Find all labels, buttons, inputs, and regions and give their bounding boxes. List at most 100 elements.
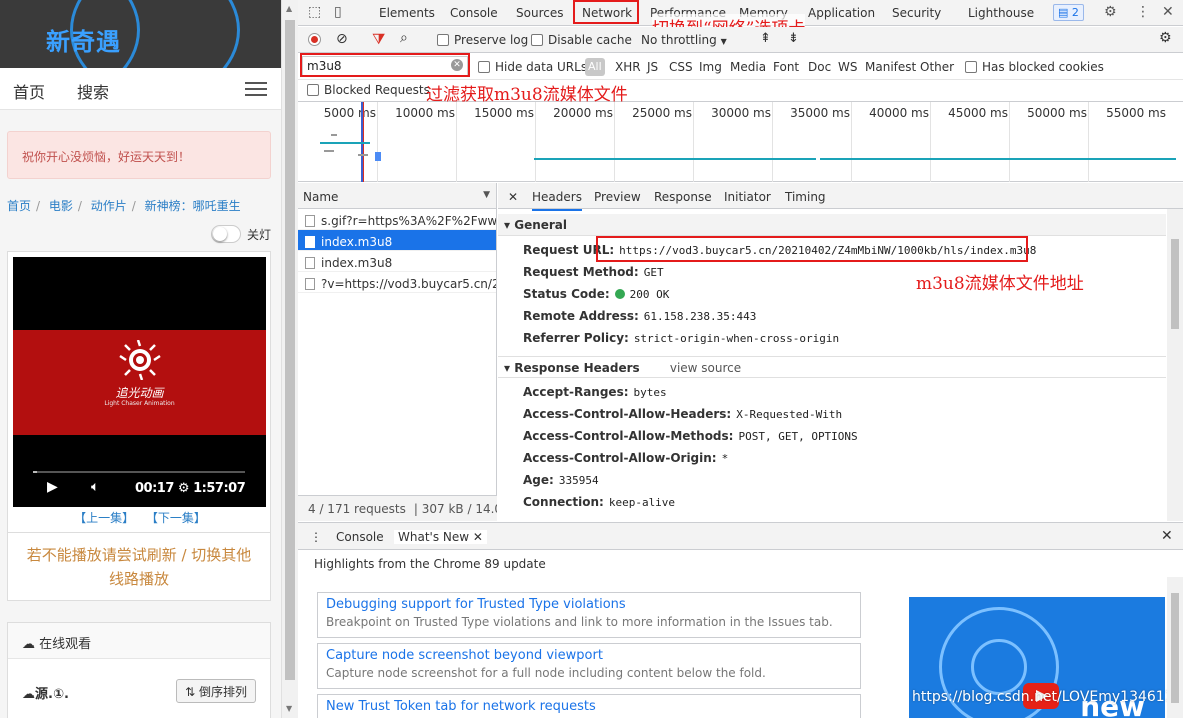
network-settings-gear-icon[interactable]: ⚙︎	[1159, 30, 1172, 46]
scrollbar-thumb[interactable]	[1171, 239, 1179, 329]
tab-sources[interactable]: Sources	[516, 6, 563, 20]
next-episode-link[interactable]: 【下一集】	[146, 511, 206, 525]
timeline-gridline	[851, 102, 852, 182]
disable-cache-checkbox[interactable]: Disable cache	[531, 33, 632, 47]
filter-type-other[interactable]: Other	[920, 60, 954, 74]
card-title[interactable]: New Trust Token tab for network requests	[326, 699, 852, 714]
nav-search-link[interactable]: 搜索	[77, 79, 109, 103]
devtools-drawer: ⋮ Console What's New ✕ ✕ Highlights from…	[298, 522, 1183, 718]
tab-security[interactable]: Security	[892, 6, 941, 20]
card-title[interactable]: Capture node screenshot beyond viewport	[326, 648, 852, 663]
close-icon[interactable]: ✕	[1162, 4, 1174, 20]
details-scrollbar[interactable]	[1167, 209, 1183, 521]
request-row-selected[interactable]: index.m3u8	[298, 230, 496, 251]
general-section-header[interactable]: ▾ General	[498, 214, 1166, 236]
timeline-gridline	[377, 102, 378, 182]
request-list: Name ▼ s.gif?r=https%3A%2F%2Fwww... inde…	[298, 183, 497, 521]
filter-type-font[interactable]: Font	[773, 60, 799, 74]
settings-gear-icon[interactable]: ⚙︎	[178, 481, 190, 496]
tab-console[interactable]: Console	[450, 6, 498, 20]
prev-episode-link[interactable]: 【上一集】	[74, 511, 134, 525]
tab-response[interactable]: Response	[654, 190, 712, 204]
card-title[interactable]: Debugging support for Trusted Type viola…	[326, 597, 852, 612]
timeline-gridline	[1088, 102, 1089, 182]
filter-type-all[interactable]: All	[585, 58, 605, 76]
video-progress-bar[interactable]	[33, 471, 245, 473]
view-source-link[interactable]: view source	[670, 361, 741, 375]
more-options-icon[interactable]: ⋮	[1136, 4, 1150, 20]
drawer-menu-icon[interactable]: ⋮	[310, 530, 322, 544]
tab-lighthouse[interactable]: Lighthouse	[968, 6, 1034, 20]
timeline-request-bar	[331, 134, 337, 136]
breadcrumb-action[interactable]: 动作片	[91, 199, 127, 213]
breadcrumb-home[interactable]: 首页	[7, 199, 31, 213]
lights-label: 关灯	[246, 227, 271, 242]
breadcrumb-title[interactable]: 新神榜：哪吒重生	[145, 199, 241, 213]
drawer-tab-console[interactable]: Console	[336, 530, 384, 544]
video-frame: 追光动画 Light Chaser Animation	[13, 330, 266, 435]
settings-gear-icon[interactable]: ⚙︎	[1104, 4, 1117, 20]
filter-icon[interactable]: ⧩	[372, 30, 385, 48]
website-scrollbar[interactable]: ▲ ▼	[281, 0, 298, 718]
filter-type-manifest[interactable]: Manifest	[865, 60, 916, 74]
sort-desc-button[interactable]: ⇅ 倒序排列	[176, 679, 256, 703]
tab-timing[interactable]: Timing	[785, 190, 826, 204]
nav-home-link[interactable]: 首页	[13, 79, 45, 103]
tab-elements[interactable]: Elements	[379, 6, 435, 20]
drawer-scrollbar[interactable]	[1167, 577, 1183, 718]
issues-badge[interactable]: ▤ 2	[1053, 4, 1084, 21]
filter-type-js[interactable]: JS	[647, 60, 658, 74]
tab-headers[interactable]: Headers	[532, 190, 582, 211]
close-icon[interactable]: ✕	[473, 530, 483, 544]
inspect-element-icon[interactable]: ⬚	[308, 4, 321, 20]
hide-data-urls-checkbox[interactable]: Hide data URLs	[478, 60, 587, 74]
record-icon[interactable]	[308, 33, 321, 46]
drawer-tab-whats-new[interactable]: What's New ✕	[394, 530, 487, 544]
scroll-up-arrow-icon[interactable]: ▲	[286, 4, 292, 13]
export-har-icon[interactable]: ⇟	[788, 31, 799, 46]
time-total: 1:57:07	[193, 481, 246, 496]
clear-icon[interactable]: ⊘	[336, 31, 348, 47]
network-overview-timeline[interactable]: 5000 ms 10000 ms 15000 ms 20000 ms 25000…	[298, 102, 1183, 182]
filter-type-doc[interactable]: Doc	[808, 60, 831, 74]
tab-preview[interactable]: Preview	[594, 190, 641, 204]
video-player[interactable]: 追光动画 Light Chaser Animation ▶ 🔈︎ 00:17 ⚙…	[13, 257, 266, 507]
scrollbar-thumb[interactable]	[285, 20, 295, 680]
filter-type-css[interactable]: CSS	[669, 60, 693, 74]
request-row[interactable]: s.gif?r=https%3A%2F%2Fwww...	[298, 209, 496, 230]
response-headers-section-header[interactable]: ▾ Response Headers view source	[498, 356, 1166, 378]
header-acao-methods: Access-Control-Allow-Methods: POST, GET, …	[523, 429, 858, 443]
site-logo[interactable]: 新奇遇	[46, 22, 121, 57]
blocked-cookies-checkbox[interactable]: Has blocked cookies	[965, 60, 1104, 74]
breadcrumb-movie[interactable]: 电影	[49, 199, 73, 213]
menu-icon[interactable]	[245, 82, 267, 96]
filter-type-img[interactable]: Img	[699, 60, 722, 74]
whats-new-card[interactable]: New Trust Token tab for network requests	[317, 694, 861, 718]
volume-icon[interactable]: 🔈︎	[91, 479, 99, 495]
filter-type-media[interactable]: Media	[730, 60, 766, 74]
scrollbar-thumb[interactable]	[1171, 593, 1179, 703]
tab-initiator[interactable]: Initiator	[724, 190, 771, 204]
blocked-requests-checkbox[interactable]: Blocked Requests	[307, 83, 430, 97]
close-details-icon[interactable]: ✕	[508, 190, 518, 204]
request-row[interactable]: index.m3u8	[298, 251, 496, 272]
device-toolbar-icon[interactable]: ▯	[334, 4, 342, 20]
import-har-icon[interactable]: ⇞	[760, 31, 771, 46]
lights-toggle[interactable]	[210, 225, 241, 243]
request-row[interactable]: ?v=https://vod3.buycar5.cn/2...	[298, 272, 496, 293]
scroll-down-arrow-icon[interactable]: ▼	[286, 704, 292, 713]
request-list-summary: 4 / 171 requests| 307 kB / 14.0 M	[298, 495, 497, 521]
play-icon[interactable]: ▶	[47, 479, 58, 495]
whats-new-card[interactable]: Capture node screenshot beyond viewport …	[317, 643, 861, 689]
search-icon[interactable]: ⌕	[400, 30, 408, 46]
filter-type-ws[interactable]: WS	[838, 60, 857, 74]
close-drawer-icon[interactable]: ✕	[1161, 528, 1173, 544]
preserve-log-checkbox[interactable]: Preserve log	[437, 33, 528, 47]
timeline-gridline	[930, 102, 931, 182]
tab-application[interactable]: Application	[808, 6, 875, 20]
whats-new-card[interactable]: Debugging support for Trusted Type viola…	[317, 592, 861, 638]
filter-type-xhr[interactable]: XHR	[615, 60, 641, 74]
card-description: Capture node screenshot for a full node …	[326, 666, 766, 680]
throttling-select[interactable]: No throttling ▼	[641, 33, 727, 47]
request-list-header[interactable]: Name ▼	[298, 183, 496, 209]
